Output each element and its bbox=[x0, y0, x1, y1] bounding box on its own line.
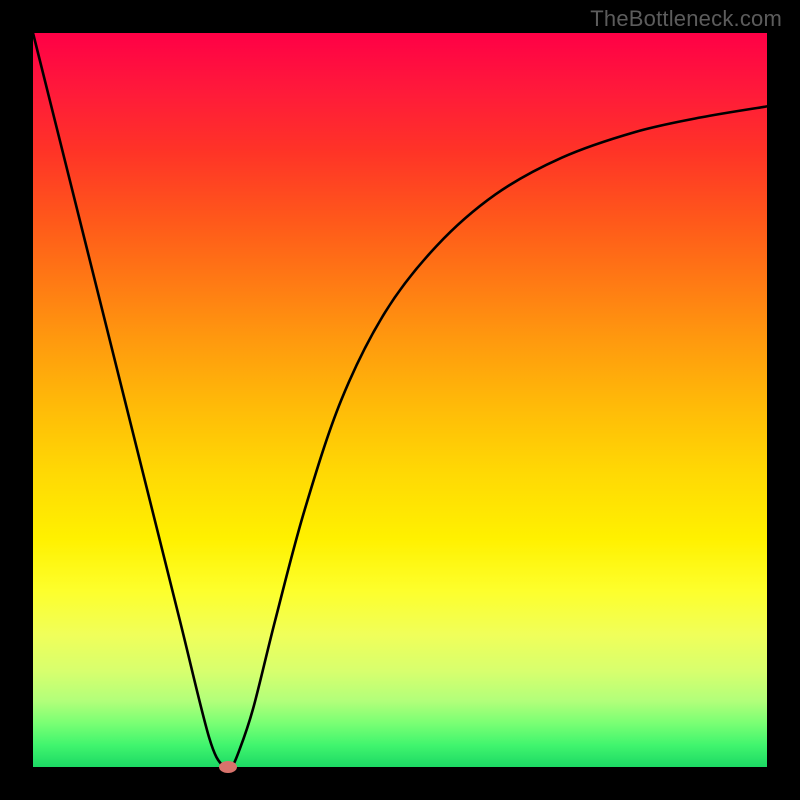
plot-area bbox=[33, 33, 767, 767]
bottleneck-curve bbox=[33, 33, 767, 767]
chart-frame: TheBottleneck.com bbox=[0, 0, 800, 800]
watermark-text: TheBottleneck.com bbox=[590, 6, 782, 32]
minimum-marker bbox=[219, 761, 237, 773]
